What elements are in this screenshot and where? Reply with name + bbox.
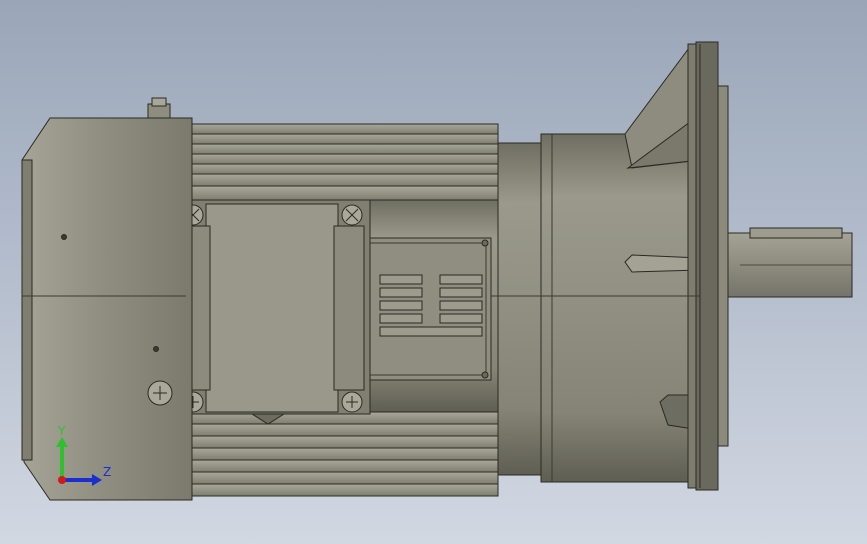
screw-icon	[341, 204, 363, 226]
screw-icon	[147, 380, 173, 406]
motor-model[interactable]	[0, 0, 867, 544]
terminal-box	[173, 199, 371, 425]
cad-viewport[interactable]: Y Z	[0, 0, 867, 544]
end-cap	[21, 97, 193, 501]
screw-icon	[341, 391, 363, 413]
nameplate	[364, 237, 492, 381]
gearbox-housing	[496, 41, 853, 491]
axis-y-label: Y	[58, 424, 66, 438]
axis-z-label: Z	[103, 465, 112, 479]
